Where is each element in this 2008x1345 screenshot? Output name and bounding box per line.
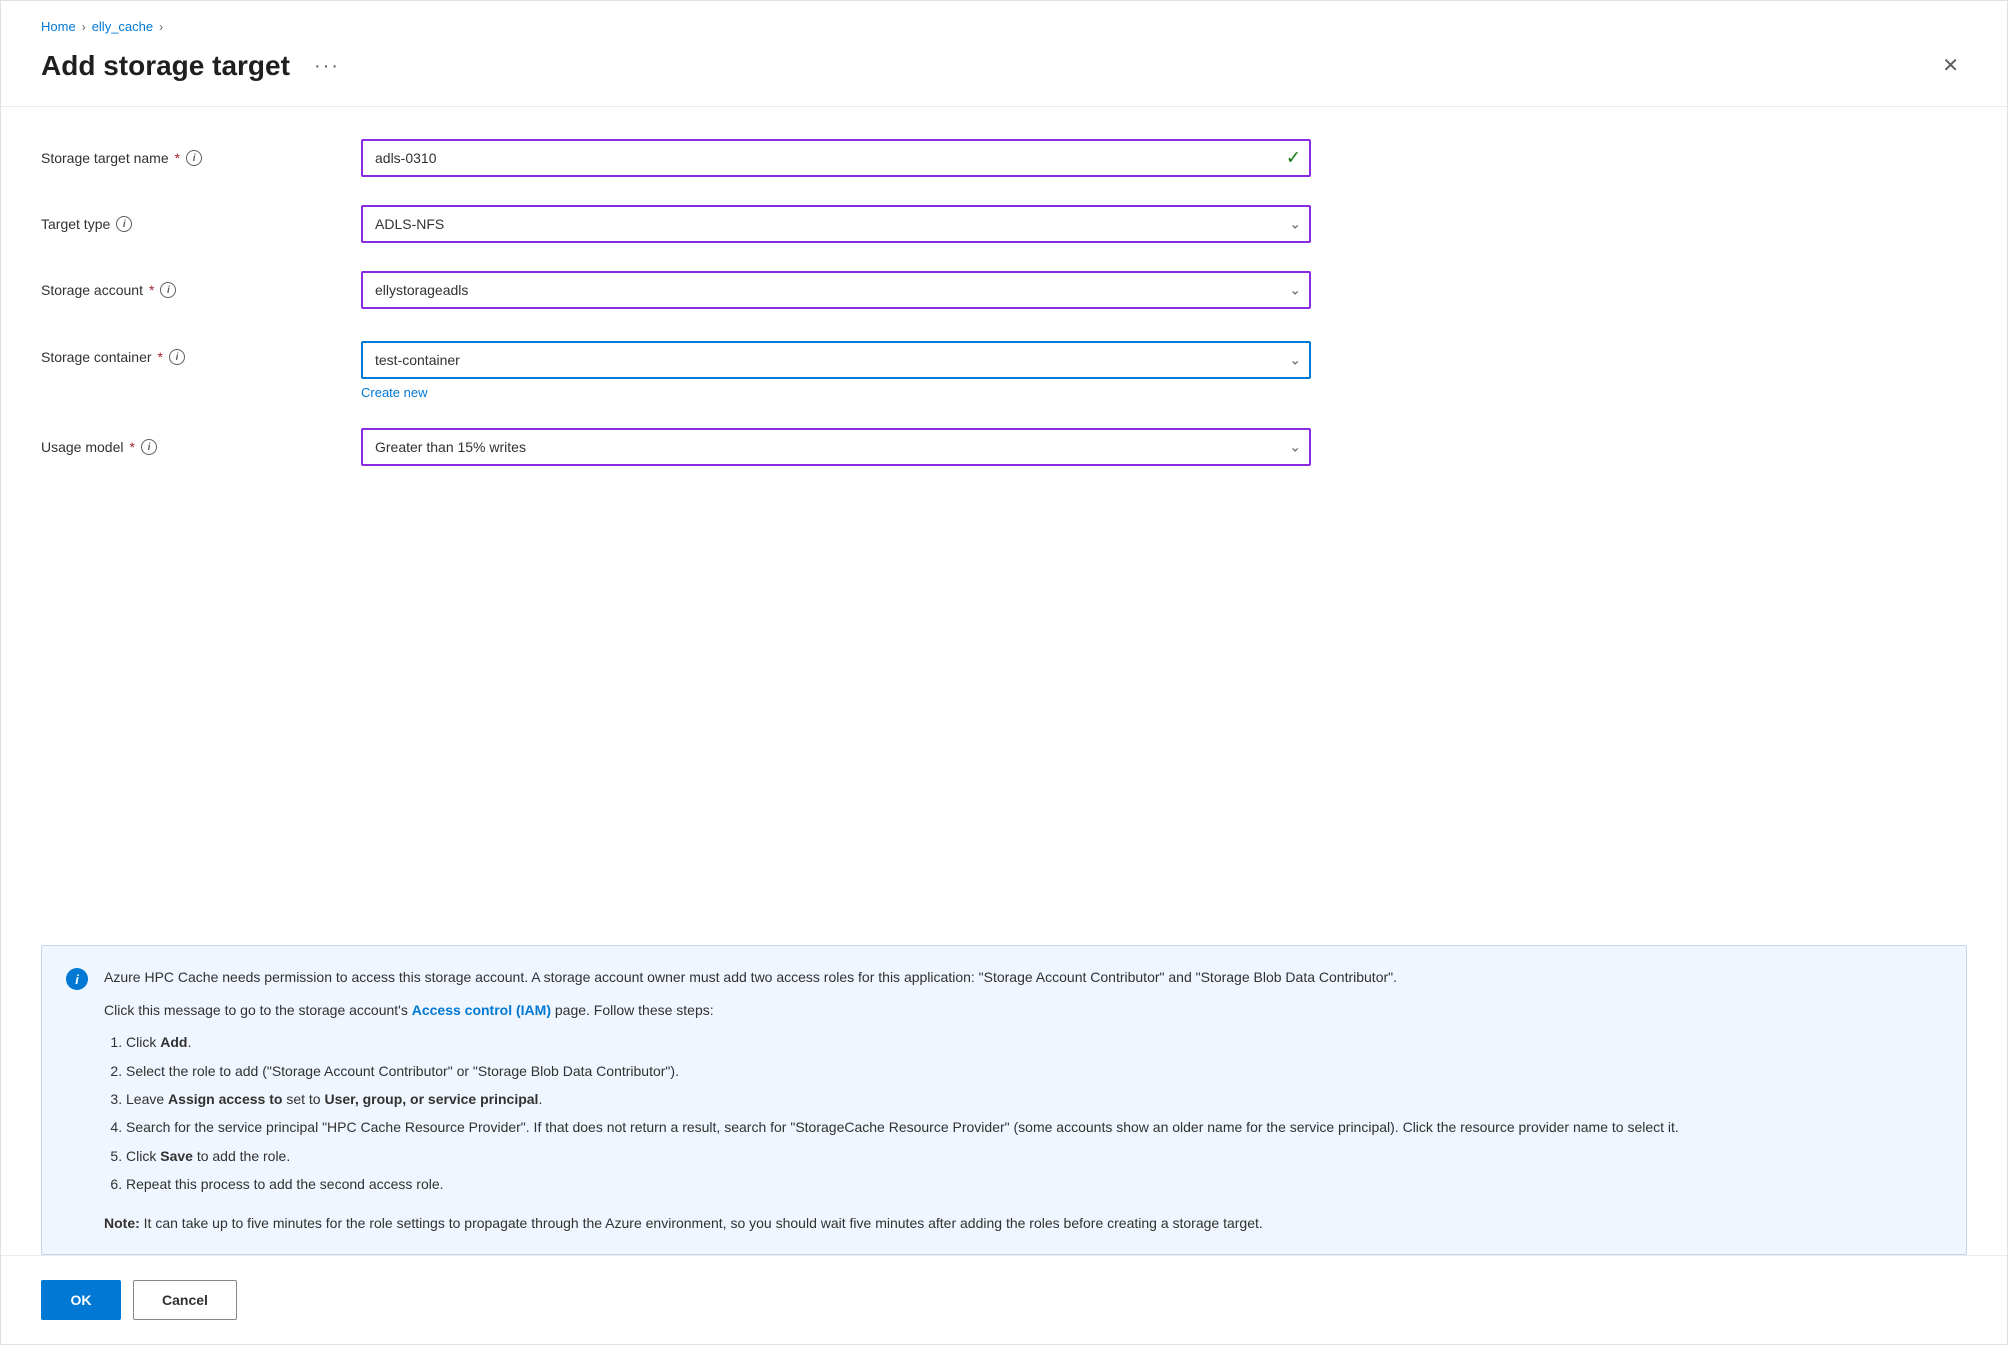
form-row-target-type: Target type i ADLS-NFS ⌄ [41,205,1967,243]
storage-account-select[interactable]: ellystorageadls [361,271,1311,309]
info-box-icon: i [66,968,88,990]
info-box-content: Azure HPC Cache needs permission to acce… [104,966,1679,1234]
select-wrapper-target-type: ADLS-NFS ⌄ [361,205,1311,243]
ok-button[interactable]: OK [41,1280,121,1320]
info-icon-storage-container[interactable]: i [169,349,185,365]
form-row-storage-container: Storage container * i test-container ⌄ C… [41,337,1967,400]
info-step-1: Click Add. [126,1031,1679,1053]
select-wrapper-usage-model: Greater than 15% writes ⌄ [361,428,1311,466]
required-indicator-4: * [158,349,163,365]
label-text-storage-account: Storage account [41,282,143,298]
info-box: i Azure HPC Cache needs permission to ac… [41,945,1967,1255]
usage-model-select[interactable]: Greater than 15% writes [361,428,1311,466]
control-storage-target-name: ✓ [361,139,1311,177]
label-text-storage-container: Storage container [41,349,152,365]
label-storage-account: Storage account * i [41,282,361,298]
create-new-link[interactable]: Create new [361,385,427,400]
footer: OK Cancel [1,1255,2007,1344]
info-note: Note: It can take up to five minutes for… [104,1212,1679,1234]
info-icon-storage-account[interactable]: i [160,282,176,298]
target-type-select[interactable]: ADLS-NFS [361,205,1311,243]
info-step-3: Leave Assign access to set to User, grou… [126,1088,1679,1110]
label-target-type: Target type i [41,216,361,232]
info-steps-list: Click Add. Select the role to add ("Stor… [104,1031,1679,1195]
control-storage-container: test-container ⌄ Create new [361,341,1311,400]
form-row-usage-model: Usage model * i Greater than 15% writes … [41,428,1967,466]
label-text-target-type: Target type [41,216,110,232]
form-area: Storage target name * i ✓ Target type i [1,107,2007,929]
storage-target-name-input[interactable] [361,139,1311,177]
breadcrumb-cache[interactable]: elly_cache [92,19,153,34]
breadcrumb-home[interactable]: Home [41,19,76,34]
panel-header: Add storage target ··· ✕ [1,40,2007,106]
label-usage-model: Usage model * i [41,439,361,455]
page-title: Add storage target [41,50,290,82]
info-step-6: Repeat this process to add the second ac… [126,1173,1679,1195]
form-row-storage-target-name: Storage target name * i ✓ [41,139,1967,177]
info-icon-storage-target-name[interactable]: i [186,150,202,166]
form-row-storage-account: Storage account * i ellystorageadls ⌄ [41,271,1967,309]
info-icon-target-type[interactable]: i [116,216,132,232]
breadcrumb-sep-2: › [159,20,163,34]
info-step-5: Click Save to add the role. [126,1145,1679,1167]
check-icon-1: ✓ [1286,148,1301,169]
info-step-4: Search for the service principal "HPC Ca… [126,1116,1679,1138]
breadcrumb: Home › elly_cache › [1,1,2007,40]
info-paragraph-2: Click this message to go to the storage … [104,999,1679,1021]
iam-link[interactable]: Access control (IAM) [412,1002,551,1018]
header-left: Add storage target ··· [41,50,348,82]
select-wrapper-storage-container: test-container ⌄ [361,341,1311,379]
add-storage-target-panel: Home › elly_cache › Add storage target ·… [0,0,2008,1345]
close-button[interactable]: ✕ [1934,52,1967,80]
ellipsis-button[interactable]: ··· [306,51,348,82]
storage-container-select[interactable]: test-container [361,341,1311,379]
text-input-wrapper-1: ✓ [361,139,1311,177]
info-paragraph-1: Azure HPC Cache needs permission to acce… [104,966,1679,988]
required-indicator-1: * [175,150,180,166]
label-text-usage-model: Usage model [41,439,124,455]
required-indicator-3: * [149,282,154,298]
info-icon-usage-model[interactable]: i [141,439,157,455]
label-text-storage-target-name: Storage target name [41,150,169,166]
breadcrumb-sep-1: › [82,20,86,34]
required-indicator-5: * [130,439,135,455]
control-target-type: ADLS-NFS ⌄ [361,205,1311,243]
label-storage-target-name: Storage target name * i [41,150,361,166]
cancel-button[interactable]: Cancel [133,1280,237,1320]
control-storage-account: ellystorageadls ⌄ [361,271,1311,309]
label-storage-container: Storage container * i [41,341,361,365]
info-step-2: Select the role to add ("Storage Account… [126,1060,1679,1082]
select-wrapper-storage-account: ellystorageadls ⌄ [361,271,1311,309]
control-usage-model: Greater than 15% writes ⌄ [361,428,1311,466]
